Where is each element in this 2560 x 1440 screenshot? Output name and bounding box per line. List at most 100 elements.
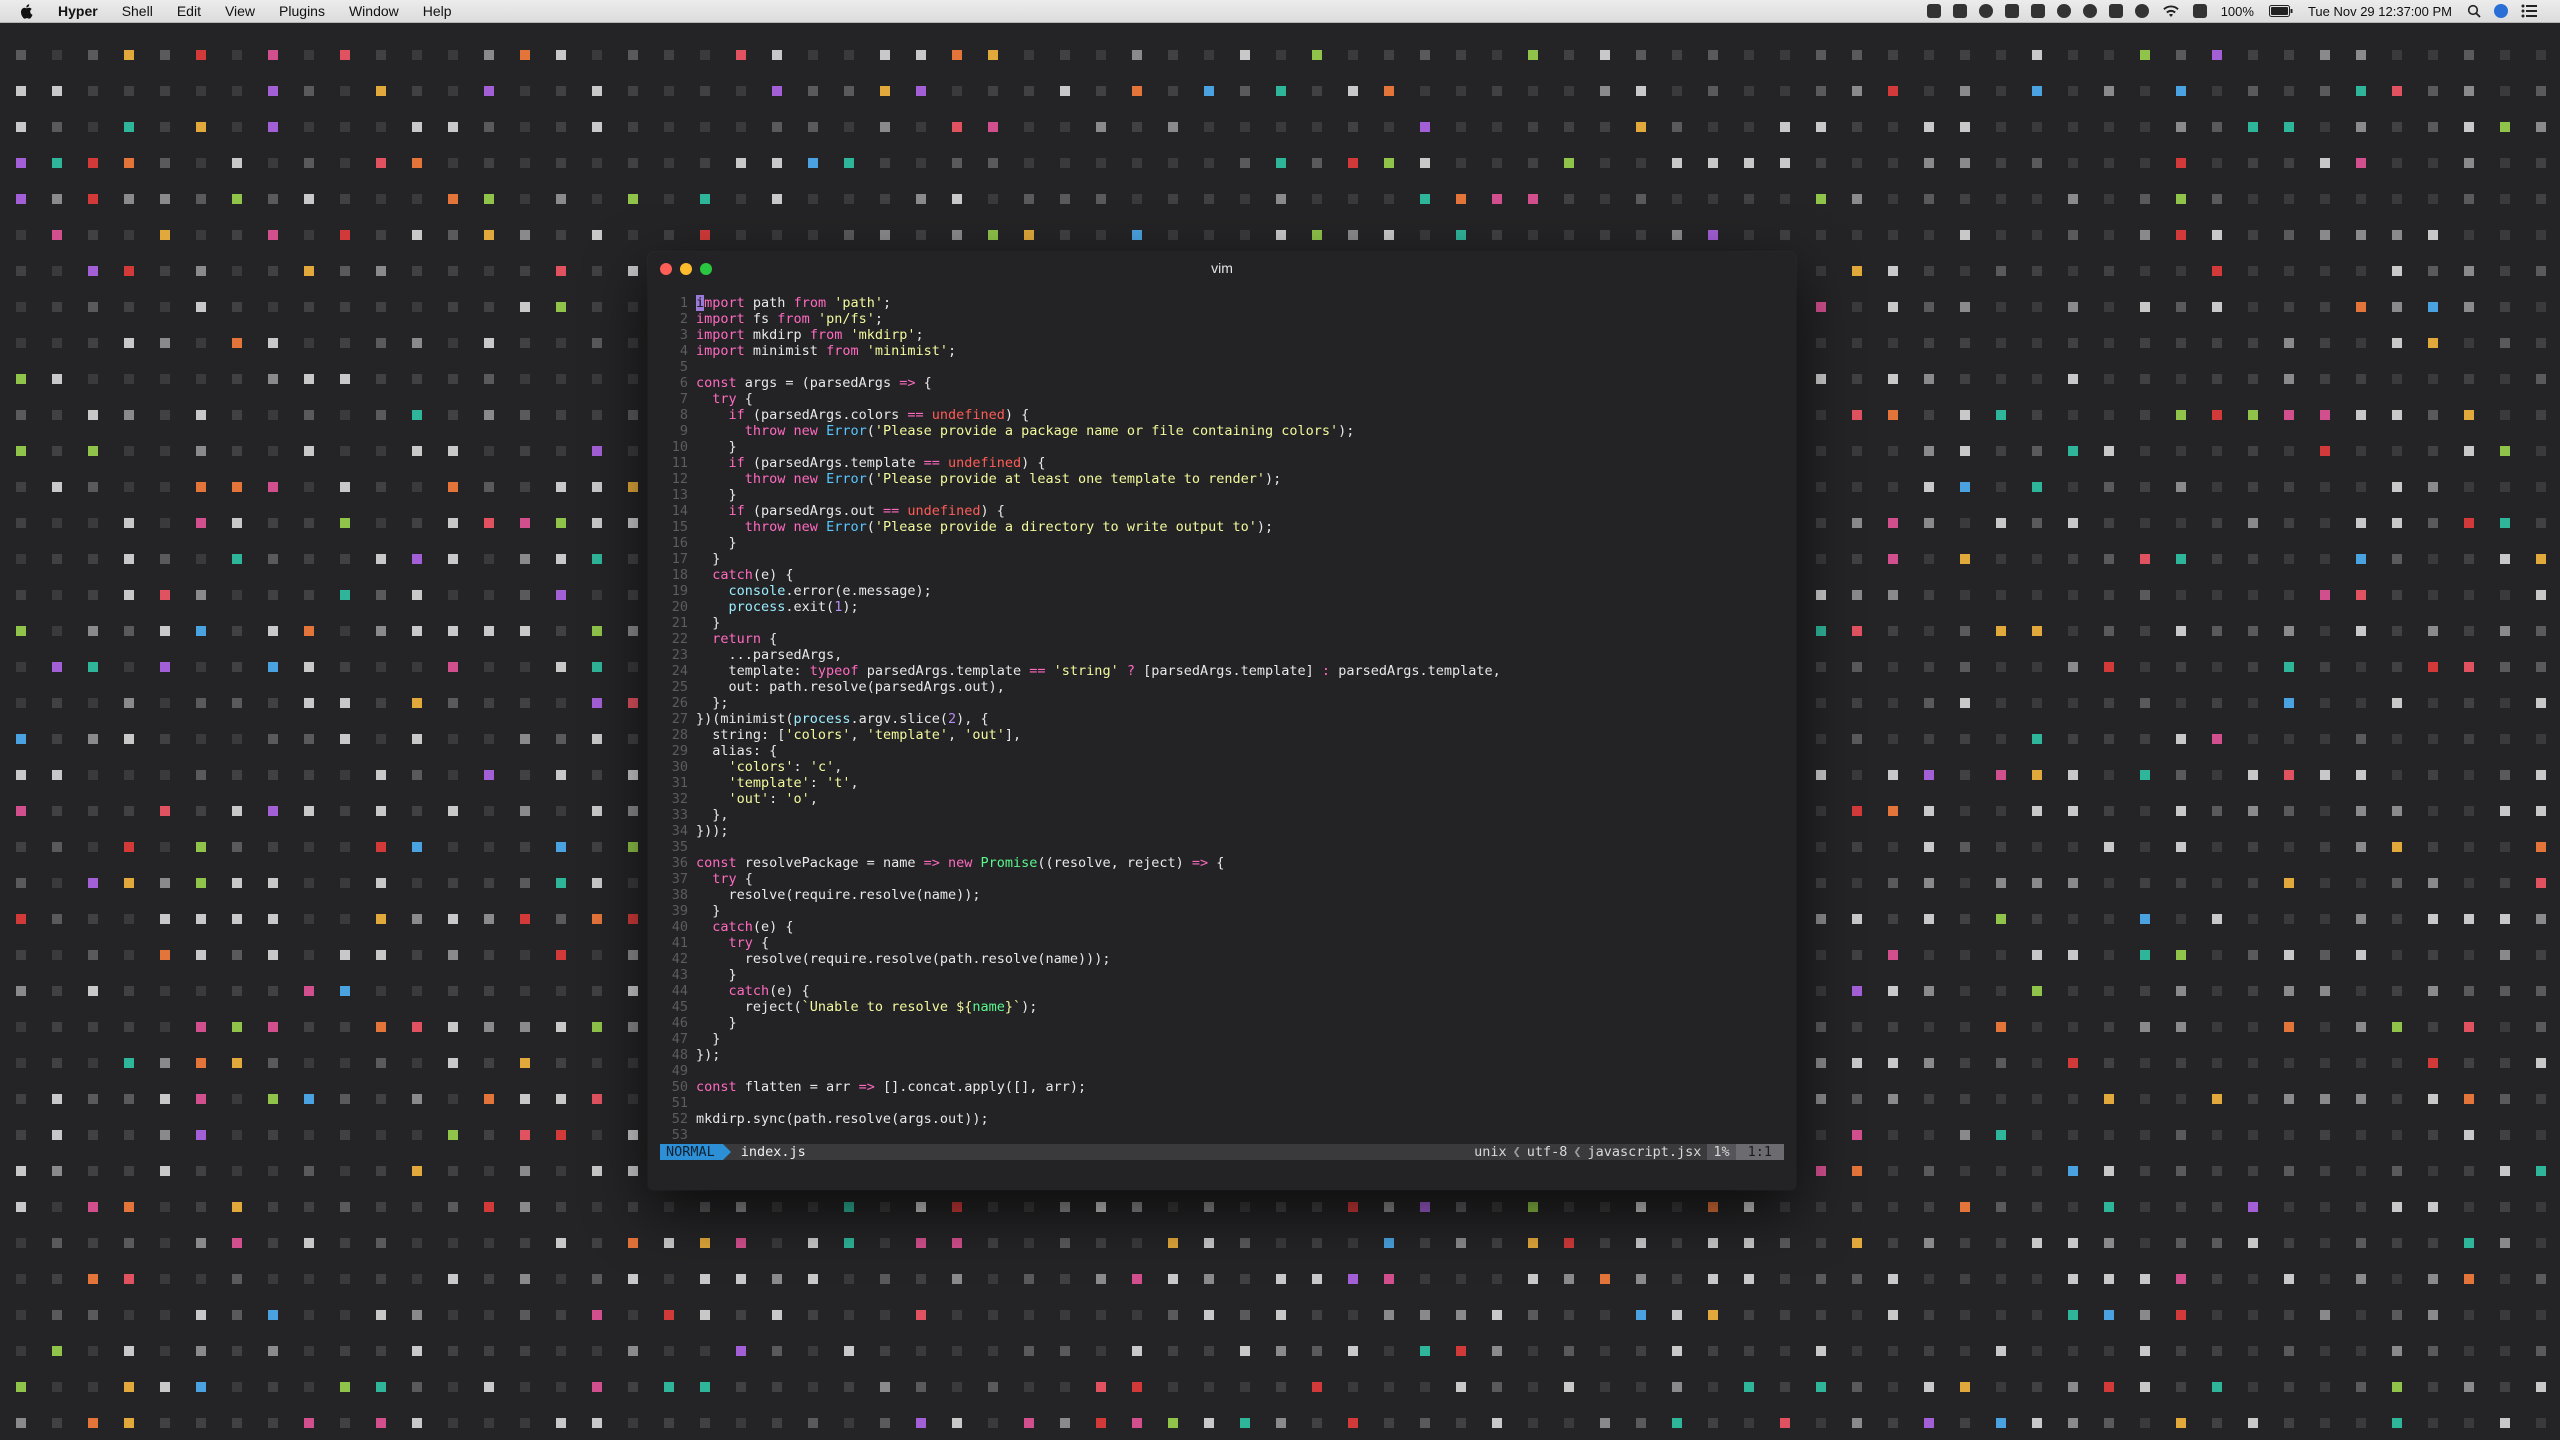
menu-view[interactable]: View [213,0,267,22]
keyboard-icon[interactable] [2108,4,2123,18]
code-line[interactable]: 44 catch(e) { [660,983,1784,999]
code-line[interactable]: 40 catch(e) { [660,919,1784,935]
code-line[interactable]: 11 if (parsedArgs.template == undefined)… [660,455,1784,471]
dropbox-icon[interactable] [1952,4,1967,18]
code-line[interactable]: 18 catch(e) { [660,567,1784,583]
code-line[interactable]: 37 try { [660,871,1784,887]
wallpaper-dot [2500,158,2510,168]
menu-clock[interactable]: Tue Nov 29 12:37:00 PM [2308,4,2452,19]
code-token: 'pn/fs' [817,311,875,327]
wallpaper-dot [2032,122,2042,132]
code-line[interactable]: 21 } [660,615,1784,631]
notification-center-icon[interactable] [2521,4,2537,18]
menu-window[interactable]: Window [337,0,411,22]
wallpaper-dot [2500,1382,2510,1392]
code-token: Error [826,471,867,487]
code-line[interactable]: 41 try { [660,935,1784,951]
code-line[interactable]: 35 [660,839,1784,855]
code-line[interactable]: 19 console.error(e.message); [660,583,1784,599]
wallpaper-dot [1852,230,1862,240]
code-line[interactable]: 25 out: path.resolve(parsedArgs.out), [660,679,1784,695]
code-line[interactable]: 42 resolve(require.resolve(path.resolve(… [660,951,1784,967]
code-line[interactable]: 9 throw new Error('Please provide a pack… [660,423,1784,439]
code-line[interactable]: 31 'template': 't', [660,775,1784,791]
menu-help[interactable]: Help [411,0,464,22]
record-icon[interactable] [2056,4,2071,18]
code-line[interactable]: 32 'out': 'o', [660,791,1784,807]
menu-shell[interactable]: Shell [110,0,165,22]
code-line[interactable]: 34})); [660,823,1784,839]
code-line[interactable]: 27})(minimist(process.argv.slice(2), { [660,711,1784,727]
code-line[interactable]: 39 } [660,903,1784,919]
code-line[interactable]: 13 } [660,487,1784,503]
lock-icon[interactable] [2004,4,2019,18]
code-line[interactable]: 33 }, [660,807,1784,823]
code-line[interactable]: 7 try { [660,391,1784,407]
wallpaper-dot [2500,230,2510,240]
code-line[interactable]: 8 if (parsedArgs.colors == undefined) { [660,407,1784,423]
wallpaper-dot [448,1346,458,1356]
code-line[interactable]: 24 template: typeof parsedArgs.template … [660,663,1784,679]
wifi-icon[interactable] [2162,4,2180,18]
cloud-icon[interactable] [2082,4,2097,18]
wallpaper-dot [1816,1382,1826,1392]
app-tray-icon[interactable] [1926,4,1941,18]
code-line[interactable]: 51 [660,1095,1784,1111]
wallpaper-dot [1744,194,1754,204]
code-line[interactable]: 47 } [660,1031,1784,1047]
code-line[interactable]: 53 [660,1127,1784,1143]
code-line[interactable]: 15 throw new Error('Please provide a dir… [660,519,1784,535]
airplay-icon[interactable] [2192,4,2207,18]
code-line[interactable]: 29 alias: { [660,743,1784,759]
siri-icon[interactable] [2494,4,2508,18]
code-line[interactable]: 2 import fs from 'pn/fs'; [660,311,1784,327]
wallpaper-dot [2500,410,2510,420]
code-line[interactable]: 5 [660,359,1784,375]
code-line[interactable]: 43 } [660,967,1784,983]
code-line[interactable]: 4 import minimist from 'minimist'; [660,343,1784,359]
code-line[interactable]: 16 } [660,535,1784,551]
code-line[interactable]: 12 throw new Error('Please provide at le… [660,471,1784,487]
wallpaper-dot [556,698,566,708]
alert-icon[interactable] [1978,4,1993,18]
code-line[interactable]: 22 return { [660,631,1784,647]
code-line[interactable]: 3 import mkdirp from 'mkdirp'; [660,327,1784,343]
code-line[interactable]: 17 } [660,551,1784,567]
spotlight-search-icon[interactable] [2467,4,2481,18]
line-text: mkdirp.sync(path.resolve(args.out)); [696,1111,989,1127]
code-line[interactable]: 26 }; [660,695,1784,711]
wallpaper-dot [304,158,314,168]
code-line[interactable]: 49 [660,1063,1784,1079]
code-line[interactable]: 1 import path from 'path'; [660,295,1784,311]
code-line[interactable]: 36 const resolvePackage = name => new Pro… [660,855,1784,871]
window-titlebar[interactable]: vim [648,252,1796,284]
battery-percent[interactable]: 100% [2221,4,2254,19]
wallpaper-dot [1960,986,1970,996]
hyper-terminal-window[interactable]: vim 1 import path from 'path'; 2 import fs … [648,252,1796,1190]
code-line[interactable]: 45 reject(`Unable to resolve ${name}`); [660,999,1784,1015]
menu-plugins[interactable]: Plugins [267,0,337,22]
code-line[interactable]: 46 } [660,1015,1784,1031]
vim-editor-buffer[interactable]: 1 import path from 'path'; 2 import fs from… [660,295,1784,1143]
code-line[interactable]: 50 const flatten = arr => [].concat.apply… [660,1079,1784,1095]
code-line[interactable]: 14 if (parsedArgs.out == undefined) { [660,503,1784,519]
code-line[interactable]: 23 ...parsedArgs, [660,647,1784,663]
wallpaper-dot [160,1382,170,1392]
bluetooth-icon[interactable] [2134,4,2149,18]
wallpaper-dot [2536,626,2546,636]
plus-icon[interactable] [2030,4,2045,18]
code-line[interactable]: 20 process.exit(1); [660,599,1784,615]
wallpaper-dot [556,1094,566,1104]
code-line[interactable]: 48}); [660,1047,1784,1063]
code-line[interactable]: 6 const args = (parsedArgs => { [660,375,1784,391]
battery-icon[interactable] [2268,5,2293,17]
code-line[interactable]: 10 } [660,439,1784,455]
code-line[interactable]: 52 mkdirp.sync(path.resolve(args.out)); [660,1111,1784,1127]
menu-edit[interactable]: Edit [165,0,213,22]
code-line[interactable]: 30 'colors': 'c', [660,759,1784,775]
code-line[interactable]: 28 string: ['colors', 'template', 'out']… [660,727,1784,743]
wallpaper-dot [232,1058,242,1068]
menu-app-hyper[interactable]: Hyper [46,0,110,22]
code-line[interactable]: 38 resolve(require.resolve(name)); [660,887,1784,903]
apple-menu-icon[interactable] [18,2,36,20]
